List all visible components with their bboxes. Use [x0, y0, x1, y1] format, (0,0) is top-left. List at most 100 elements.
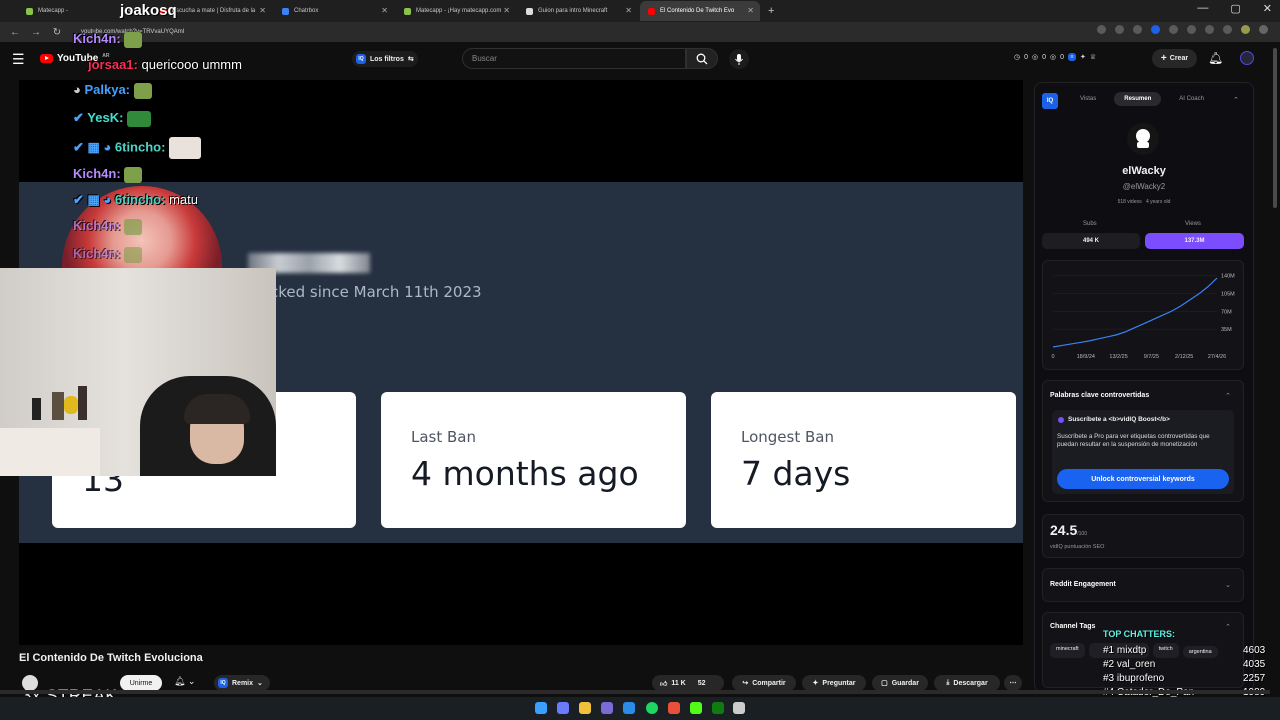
unlock-keywords-button[interactable]: Unlock controversial keywords	[1057, 469, 1229, 489]
chat-text: matu	[169, 192, 198, 207]
close-icon[interactable]: ✕	[381, 6, 388, 15]
close-window-button[interactable]: ✕	[1263, 2, 1272, 15]
vertical-scrollbar-thumb[interactable]	[1273, 48, 1277, 208]
reddit-engagement-card[interactable]: Reddit Engagement ⌄	[1042, 568, 1244, 602]
card-label: Longest Ban	[741, 428, 834, 446]
create-label: Crear	[1169, 55, 1189, 62]
extension-icon[interactable]	[1133, 25, 1142, 34]
voice-search-button[interactable]	[729, 49, 749, 69]
tab-title: El Contenido De Twitch Evo	[660, 8, 735, 14]
chat-user: YesK:	[87, 110, 124, 125]
trophy-icon[interactable]: ♕	[1090, 53, 1096, 61]
profile-icon[interactable]	[1241, 25, 1250, 34]
steam-icon[interactable]	[623, 702, 635, 714]
search-input[interactable]	[462, 48, 686, 69]
webcam-overlay	[0, 268, 276, 476]
like-dislike-group[interactable]: 👍︎ 11 K 52	[652, 675, 724, 691]
chat-top-username: joakosq	[120, 2, 177, 19]
share-button[interactable]: ↪ Compartir	[732, 675, 796, 691]
webcam-person-hair	[184, 394, 250, 424]
new-tab-button[interactable]: +	[768, 5, 774, 17]
browser-tab[interactable]: Chatrbox ✕	[274, 1, 394, 21]
tag-chip[interactable]: argentina	[1182, 646, 1218, 658]
download-button[interactable]: ⤓ Descargar	[934, 675, 1000, 691]
browser-tab[interactable]: Matecapp - ¡Hay matecapp.com ✕	[396, 1, 516, 21]
search-button[interactable]	[686, 48, 718, 69]
hamburger-menu-icon[interactable]: ☰	[12, 51, 25, 68]
xbox-icon[interactable]	[712, 702, 724, 714]
chat-user: Kich4n:	[73, 31, 121, 46]
chevron-up-icon[interactable]: ⌃	[1225, 392, 1231, 400]
extension-icon[interactable]	[1151, 25, 1160, 34]
extension-icon[interactable]	[1187, 25, 1196, 34]
extension-icon[interactable]	[1223, 25, 1232, 34]
close-icon[interactable]: ✕	[747, 6, 754, 15]
vidiq-icon[interactable]: ≡	[1068, 53, 1077, 61]
horizontal-scrollbar[interactable]	[0, 690, 1270, 694]
ask-button[interactable]: ✦ Preguntar	[802, 675, 866, 691]
seo-label: vidIQ puntuación SEO	[1050, 544, 1105, 550]
tab-ai-coach[interactable]: AI Coach	[1169, 92, 1214, 106]
emote-icon	[169, 137, 202, 159]
windows-start-icon[interactable]	[535, 702, 547, 714]
back-icon[interactable]: ←	[9, 27, 21, 38]
chart-y-tick-label: 35M	[1221, 327, 1232, 333]
forward-icon[interactable]: →	[30, 27, 42, 38]
extension-icon[interactable]	[1169, 25, 1178, 34]
emote-icon	[124, 31, 143, 48]
create-button[interactable]: + Crear	[1152, 49, 1197, 68]
join-button[interactable]: Unirme	[120, 675, 162, 691]
like-count: 11 K	[671, 679, 686, 687]
extension-icon[interactable]	[1097, 25, 1106, 34]
emote-icon	[133, 82, 152, 99]
browser-tab-active[interactable]: El Contenido De Twitch Evo ✕	[640, 1, 760, 21]
vidiq-logo-icon[interactable]: IQ	[1042, 93, 1058, 109]
tag-chip[interactable]: minecraft	[1050, 643, 1085, 658]
chart-series-line	[1052, 277, 1218, 348]
tag-chip[interactable]: twitch	[1152, 643, 1179, 658]
channel-age: 4 years old	[1145, 199, 1171, 205]
user-avatar[interactable]	[1240, 51, 1254, 65]
kick-icon[interactable]	[690, 702, 702, 714]
more-actions-icon[interactable]: ⋯	[1004, 675, 1022, 691]
taskbar-app-icon[interactable]	[668, 702, 680, 714]
spotify-icon[interactable]	[646, 702, 658, 714]
save-label: Guardar	[891, 679, 919, 687]
extension-icon[interactable]	[1115, 25, 1124, 34]
remix-button[interactable]: IQ Remix ⌄	[214, 675, 270, 691]
chevron-up-icon[interactable]: ⌃	[1225, 623, 1231, 631]
pin-icon[interactable]: ✦	[1080, 53, 1086, 61]
maximize-button[interactable]: ▢	[1230, 2, 1240, 15]
file-explorer-icon[interactable]	[579, 702, 591, 714]
collapse-chevron-icon[interactable]: ⌃	[1233, 96, 1239, 104]
kebab-menu-icon[interactable]	[1259, 25, 1268, 34]
notifications-bell-icon[interactable]: 🔔︎	[1208, 51, 1223, 65]
keywords-title: Palabras clave controvertidas	[1050, 392, 1150, 399]
close-icon[interactable]: ✕	[503, 6, 510, 15]
chat-message: ✔ YesK:	[73, 110, 152, 127]
share-label: Compartir	[752, 679, 786, 687]
bell-dropdown-icon[interactable]: 🔔︎ ⌄	[174, 676, 195, 687]
chat-message: ✔ ▦ ◕ 6tincho:	[73, 137, 202, 159]
tab-title: Escucha a mate | Disfruta de la	[172, 8, 256, 14]
close-icon[interactable]: ✕	[259, 6, 266, 15]
channel-avatar-icon	[1127, 123, 1159, 155]
taskbar-app-icon[interactable]	[601, 702, 613, 714]
chatter-count: 2257	[1243, 673, 1266, 684]
reload-icon[interactable]: ↻	[51, 27, 63, 38]
close-icon[interactable]: ✕	[625, 6, 632, 15]
extension-icon[interactable]	[1205, 25, 1214, 34]
tab-resumen[interactable]: Resumen	[1114, 92, 1162, 106]
taskbar-app-icon[interactable]	[557, 702, 569, 714]
tab-vistas[interactable]: Vistas	[1070, 92, 1106, 106]
taskbar-app-icon[interactable]	[733, 702, 745, 714]
filters-button[interactable]: IQ Los filtros ⇆	[352, 51, 418, 67]
minimize-button[interactable]: —	[1197, 2, 1208, 15]
thumbs-up-icon[interactable]: 👍︎	[660, 679, 667, 688]
subs-label: Subs	[1083, 221, 1097, 227]
browser-tab[interactable]: Guion para intro Minecraft ✕	[518, 1, 638, 21]
url-field[interactable]: youtube.com/watch?v=TRVvaUYQAmI	[81, 29, 981, 35]
chevron-down-icon[interactable]: ⌄	[1225, 581, 1231, 589]
save-button[interactable]: ▢ Guardar	[872, 675, 928, 691]
tab-favicon-icon	[26, 7, 33, 15]
